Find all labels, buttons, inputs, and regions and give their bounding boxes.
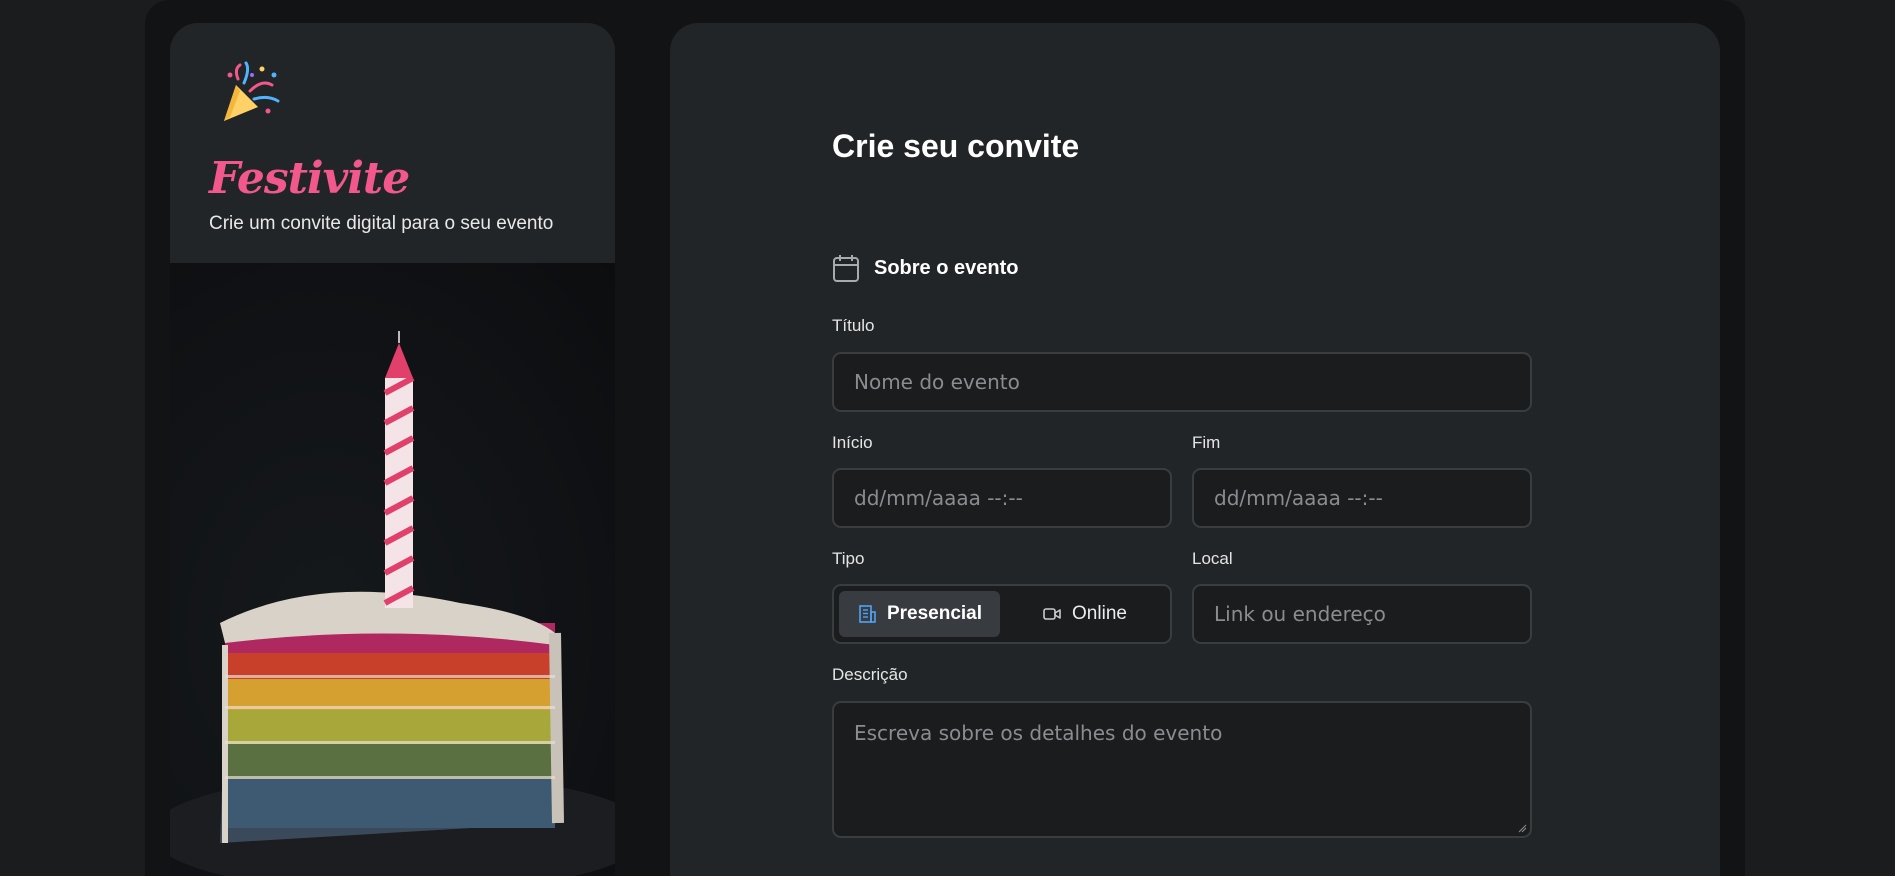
party-popper-icon [224,61,280,121]
tipo-option-online[interactable]: Online [1004,591,1165,637]
video-camera-icon [1043,608,1061,620]
local-label: Local [1192,549,1233,568]
building-icon [859,605,876,623]
resize-handle-icon[interactable] [1517,823,1527,833]
tipo-option-presencial[interactable]: Presencial [839,591,1000,637]
local-input[interactable] [1214,602,1510,626]
brand-name: Festivite [209,153,410,204]
brand-panel: Festivite Crie um convite digital para o… [170,23,615,876]
fim-label: Fim [1192,433,1221,452]
brand-tagline: Crie um convite digital para o seu event… [209,213,554,234]
tipo-option-label: Online [1072,603,1127,624]
descricao-textarea[interactable] [854,721,1510,818]
descricao-label: Descrição [832,665,908,684]
tipo-label: Tipo [832,549,865,568]
descricao-field [832,701,1532,838]
form-panel: Crie seu convite Sobre o evento Título I… [670,23,1720,876]
tipo-toggle: Presencial Online [832,584,1172,644]
inicio-field [832,468,1172,528]
fim-input[interactable] [1214,486,1510,510]
page-title: Crie seu convite [832,128,1080,164]
local-field [1192,584,1532,644]
fim-field [1192,468,1532,528]
inicio-input[interactable] [854,486,1150,510]
titulo-field [832,352,1532,412]
titulo-label: Título [832,316,875,335]
titulo-input[interactable] [854,370,1510,394]
calendar-icon [833,255,859,282]
section-header: Sobre o evento [832,253,1018,283]
inicio-label: Início [832,433,873,452]
section-label: Sobre o evento [874,256,1019,279]
cake-illustration [170,331,615,876]
tipo-option-label: Presencial [886,603,983,624]
